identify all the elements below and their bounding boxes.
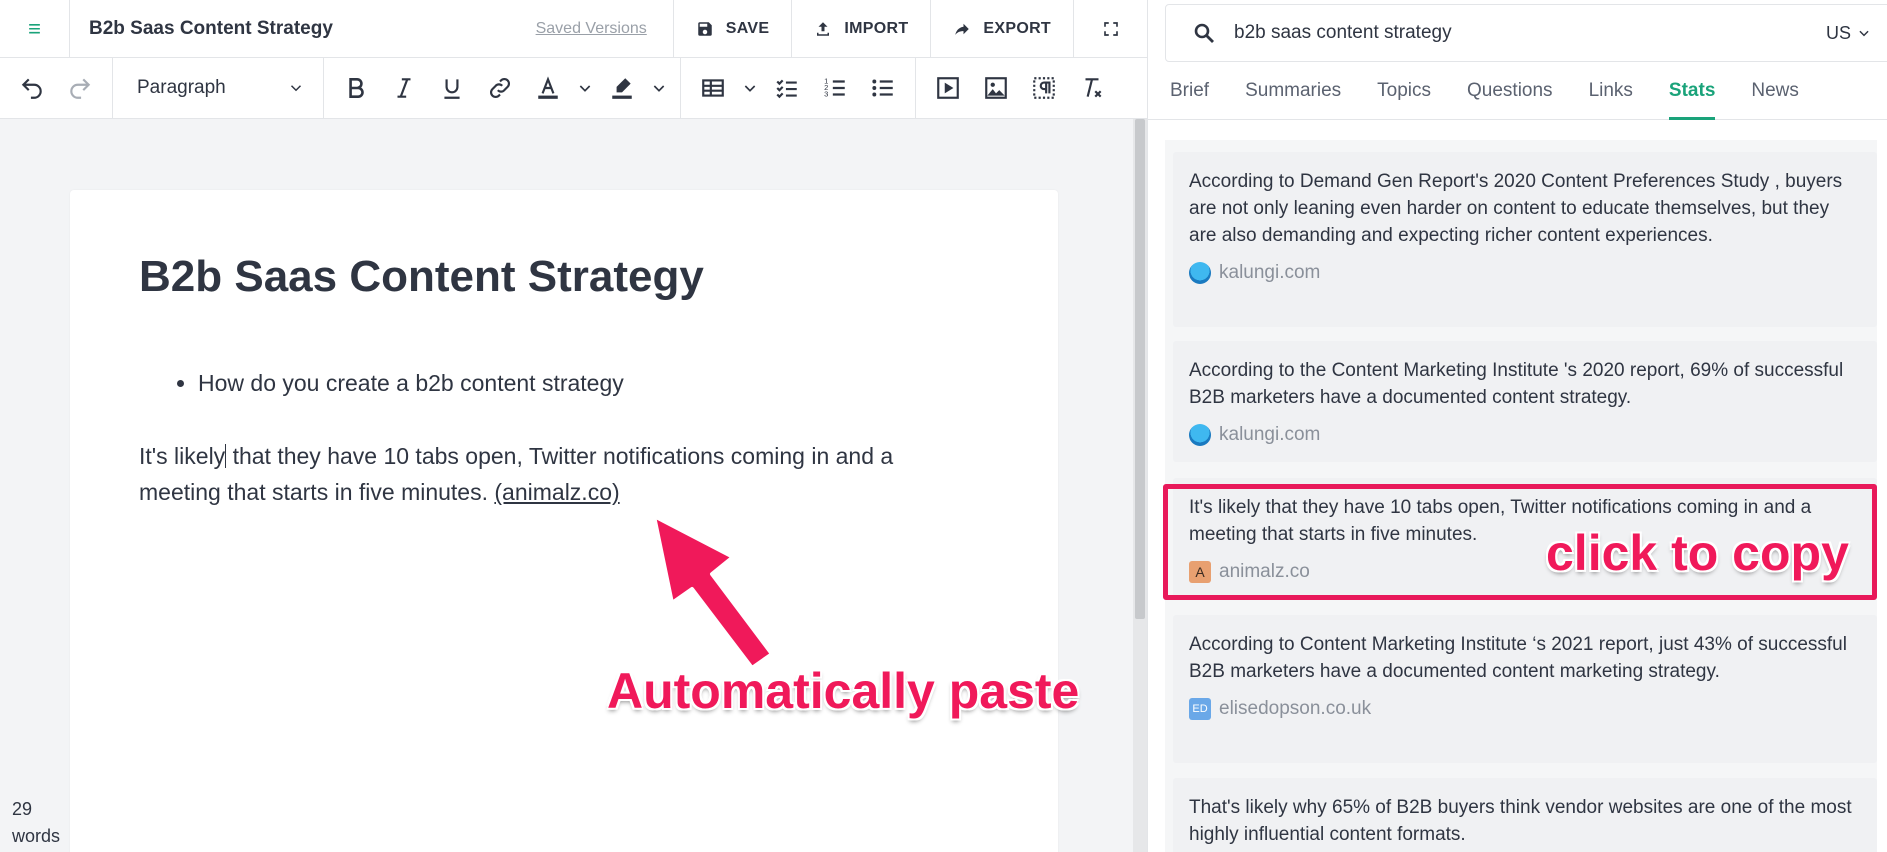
research-tabs: Brief Summaries Topics Questions Links S… <box>1148 62 1887 120</box>
stat-source[interactable]: ED elisedopson.co.uk <box>1189 698 1861 720</box>
highlight-chevron-icon[interactable] <box>648 66 670 110</box>
upload-icon <box>817 21 830 36</box>
country-select[interactable]: US <box>1826 23 1871 44</box>
undo-icon[interactable] <box>10 66 54 110</box>
kalungi-favicon-icon <box>1189 424 1211 446</box>
image-icon[interactable] <box>974 66 1018 110</box>
text-color-icon[interactable] <box>526 66 570 110</box>
page-title[interactable]: B2b Saas Content Strategy <box>139 252 704 302</box>
text-format-group <box>324 58 681 118</box>
share-arrow-icon <box>955 23 970 35</box>
click-to-copy-annotation: click to copy <box>1546 525 1849 581</box>
research-pane: US Brief Summaries Topics Questions Link… <box>1147 0 1887 852</box>
country-value: US <box>1826 22 1852 43</box>
elisedopson-favicon-icon: ED <box>1189 698 1211 720</box>
underline-icon[interactable] <box>430 66 474 110</box>
stat-card[interactable]: According to Demand Gen Report's 2020 Co… <box>1173 152 1877 327</box>
editor-topbar: ≡ B2b Saas Content Strategy Saved Versio… <box>0 0 1147 58</box>
stat-card[interactable]: That's likely why 65% of B2B buyers thin… <box>1173 778 1877 852</box>
paragraph-group: Paragraph <box>113 58 324 118</box>
bullet-list-icon[interactable] <box>861 66 905 110</box>
special-characters-icon[interactable] <box>1022 66 1066 110</box>
stat-source[interactable]: kalungi.com <box>1189 424 1861 446</box>
history-group <box>0 58 113 118</box>
tab-links[interactable]: Links <box>1565 62 1633 119</box>
document-page[interactable]: B2b Saas Content Strategy How do you cre… <box>70 190 1058 852</box>
stat-source-domain: kalungi.com <box>1219 424 1321 445</box>
save-label: SAVE <box>725 19 770 37</box>
bold-icon[interactable] <box>334 66 378 110</box>
save-icon <box>698 21 712 36</box>
import-button[interactable]: IMPORT <box>791 0 930 57</box>
tab-brief[interactable]: Brief <box>1148 62 1209 119</box>
tab-questions[interactable]: Questions <box>1443 62 1553 119</box>
tab-stats[interactable]: Stats <box>1645 62 1716 120</box>
import-label: IMPORT <box>844 19 909 37</box>
redo-icon[interactable] <box>58 66 102 110</box>
stat-source-domain: kalungi.com <box>1219 262 1321 283</box>
word-count-unit: words <box>12 826 61 846</box>
stat-text: According to Demand Gen Report's 2020 Co… <box>1189 171 1843 246</box>
stat-text: According to Content Marketing Institute… <box>1189 634 1847 682</box>
fullscreen-button[interactable] <box>1073 0 1147 57</box>
stat-source[interactable]: kalungi.com <box>1189 262 1861 284</box>
export-label: EXPORT <box>983 19 1051 37</box>
saved-versions-link[interactable]: Saved Versions <box>536 0 673 57</box>
chevron-down-icon <box>1859 30 1869 37</box>
numbered-list-icon[interactable]: 123 <box>813 66 857 110</box>
word-count: 29 words <box>12 796 60 850</box>
search-icon <box>1194 23 1214 43</box>
kalungi-favicon-icon <box>1189 262 1211 284</box>
bullet-item[interactable]: How do you create a b2b content strategy <box>198 370 624 397</box>
menu-icon[interactable]: ≡ <box>0 0 70 57</box>
paragraph-style-select[interactable]: Paragraph <box>123 66 313 110</box>
block-format-group: 123 <box>681 58 916 118</box>
chevron-down-icon <box>290 85 302 92</box>
link-icon[interactable] <box>478 66 522 110</box>
document-title[interactable]: B2b Saas Content Strategy <box>70 0 536 57</box>
fullscreen-icon <box>1103 21 1118 36</box>
text-color-chevron-icon[interactable] <box>574 66 596 110</box>
search-input[interactable] <box>1234 22 1794 44</box>
source-link[interactable]: (animalz.co) <box>494 479 619 505</box>
video-icon[interactable] <box>926 66 970 110</box>
editor-scrollbar-thumb[interactable] <box>1135 119 1145 619</box>
body-paragraph[interactable]: It's likely that they have 10 tabs open,… <box>139 438 959 510</box>
editor-pane: ≡ B2b Saas Content Strategy Saved Versio… <box>0 0 1147 852</box>
stat-source-domain: elisedopson.co.uk <box>1219 698 1372 719</box>
formatting-toolbar: Paragraph 1 2 3 <box>0 58 1147 119</box>
tab-topics[interactable]: Topics <box>1353 62 1431 119</box>
insert-group <box>916 58 1124 118</box>
italic-icon[interactable] <box>382 66 426 110</box>
export-button[interactable]: EXPORT <box>930 0 1073 57</box>
stat-text: According to the Content Marketing Insti… <box>1189 360 1844 408</box>
save-button[interactable]: SAVE <box>672 0 792 57</box>
tab-news[interactable]: News <box>1727 62 1799 119</box>
bullet-list[interactable]: How do you create a b2b content strategy <box>198 370 624 397</box>
automatically-paste-annotation: Automatically paste <box>607 663 1080 719</box>
tab-summaries[interactable]: Summaries <box>1221 62 1341 119</box>
clear-formatting-icon[interactable] <box>1070 66 1114 110</box>
svg-text:3: 3 <box>824 90 828 99</box>
search-bar[interactable]: US <box>1165 4 1887 62</box>
body-text-before-caret: It's likely <box>139 443 226 469</box>
stat-card[interactable]: According to Content Marketing Institute… <box>1173 615 1877 763</box>
highlight-icon[interactable] <box>600 66 644 110</box>
word-count-number: 29 <box>12 799 33 819</box>
paragraph-style-value: Paragraph <box>137 77 226 98</box>
stat-card[interactable]: According to the Content Marketing Insti… <box>1173 341 1877 462</box>
table-chevron-icon[interactable] <box>739 66 761 110</box>
table-icon[interactable] <box>691 66 735 110</box>
stat-text: That's likely why 65% of B2B buyers thin… <box>1189 797 1852 845</box>
checklist-icon[interactable] <box>765 66 809 110</box>
